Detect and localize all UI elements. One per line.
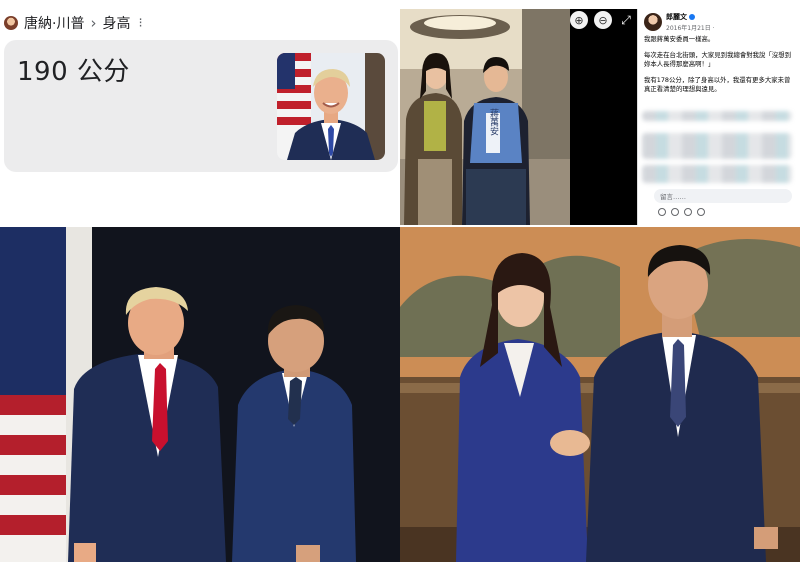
author-name[interactable]: 郎麗文 xyxy=(666,12,715,22)
redacted-reactions xyxy=(642,111,792,121)
more-options-icon[interactable]: ⁝ xyxy=(138,16,142,31)
sticker-icon[interactable] xyxy=(697,208,705,216)
height-value: 190 公分 xyxy=(17,57,130,87)
post-date[interactable]: 2016年1月21日 · xyxy=(666,23,715,32)
entity-avatar xyxy=(4,16,18,30)
post-header: 郎麗文 2016年1月21日 · xyxy=(644,12,794,32)
zoom-in-icon[interactable]: ⊕ xyxy=(570,11,588,29)
breadcrumb-attribute: 身高 xyxy=(102,16,131,32)
breadcrumb-entity[interactable]: 唐納·川普 xyxy=(24,13,84,33)
author-avatar[interactable] xyxy=(644,13,662,31)
answer-card: 190 公分 xyxy=(4,40,398,172)
post-paragraph: 每次走在台北街頭，大家見到我總會對我說「沒想到妳本人長得那麼高啊！」 xyxy=(644,51,791,68)
comment-actions xyxy=(658,208,705,216)
zoom-out-icon[interactable]: ⊖ xyxy=(594,11,612,29)
breadcrumb: 唐納·川普 › 身高 ⁝ xyxy=(4,12,143,34)
knowledge-panel: 唐納·川普 › 身高 ⁝ 190 公分 xyxy=(0,0,400,227)
redacted-comment xyxy=(642,165,792,183)
post-body-panel: 郎麗文 2016年1月21日 · 我跟蔣萬安委員一樣高。 每次走在台北街頭，大家… xyxy=(637,9,800,225)
vest-lettering: 蔣萬安 xyxy=(488,107,499,136)
redacted-comment xyxy=(642,133,792,159)
post-paragraph: 我有178公分，除了身高以外，我還有更多大家未曾真正看清楚的理想與遠見。 xyxy=(644,76,791,93)
post-text: 我跟蔣萬安委員一樣高。 每次走在台北街頭，大家見到我總會對我說「沒想到妳本人長得… xyxy=(644,35,794,94)
photo-two-men-flag xyxy=(0,227,400,562)
post-paragraph: 我跟蔣萬安委員一樣高。 xyxy=(644,35,715,43)
photo-handshake xyxy=(400,227,800,562)
chevron-right-icon: › xyxy=(90,14,97,32)
author-name-text: 郎麗文 xyxy=(666,13,687,21)
verified-icon xyxy=(689,14,695,20)
post-photo[interactable]: 蔣萬安 ⊕ ⊖ ⤢ xyxy=(400,9,637,225)
image-toolbar: ⊕ ⊖ ⤢ xyxy=(570,11,634,29)
gif-icon[interactable] xyxy=(684,208,692,216)
expand-icon[interactable]: ⤢ xyxy=(618,11,634,29)
entity-photo[interactable] xyxy=(277,53,385,160)
social-post: 蔣萬安 ⊕ ⊖ ⤢ 郎麗文 2016年1月21日 · 我跟蔣萬安委員一樣高。 每… xyxy=(400,9,800,225)
camera-icon[interactable] xyxy=(671,208,679,216)
comment-input[interactable]: 留言…… xyxy=(654,189,792,203)
emoji-icon[interactable] xyxy=(658,208,666,216)
